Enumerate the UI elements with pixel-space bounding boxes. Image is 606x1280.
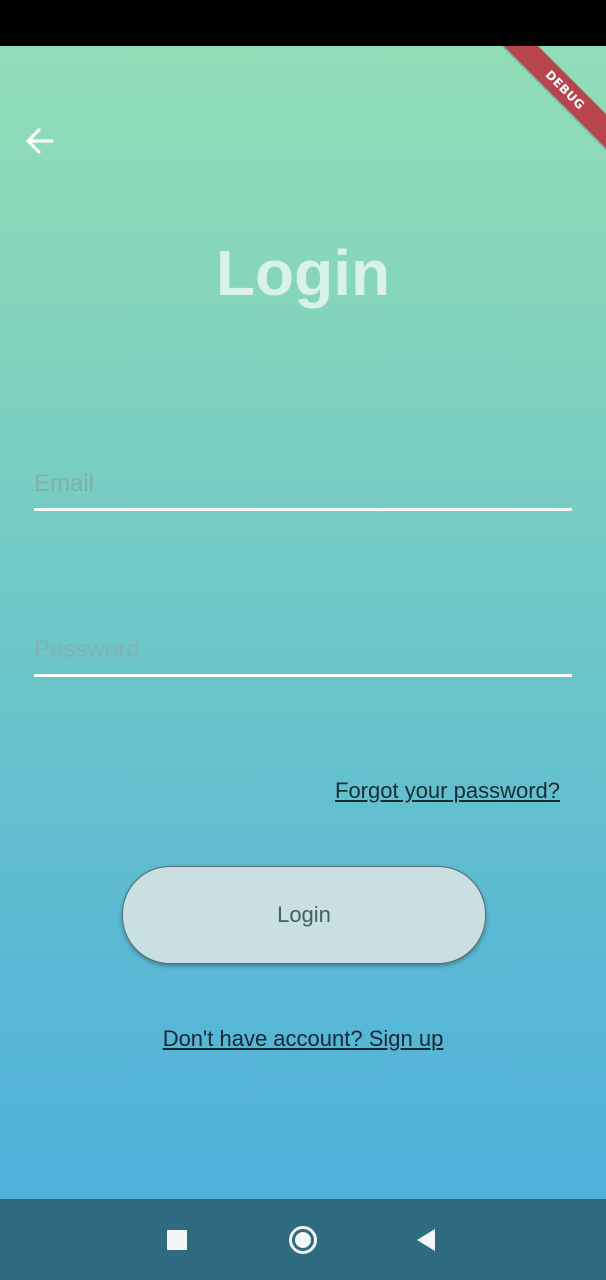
system-back-button[interactable] xyxy=(396,1199,456,1280)
email-field-container xyxy=(34,470,572,511)
password-field[interactable] xyxy=(34,636,572,674)
signup-link[interactable]: Don't have account? Sign up xyxy=(0,1026,606,1052)
back-button[interactable] xyxy=(22,124,60,158)
debug-banner: DEBUG xyxy=(496,46,606,159)
circle-icon xyxy=(289,1225,317,1254)
password-underline xyxy=(34,674,572,677)
forgot-password-link[interactable]: Forgot your password? xyxy=(335,778,560,804)
arrow-left-icon xyxy=(26,128,54,154)
system-nav-bar xyxy=(0,1199,606,1280)
square-icon xyxy=(167,1229,187,1250)
password-field-container xyxy=(34,636,572,677)
status-bar xyxy=(0,0,606,46)
email-field[interactable] xyxy=(34,470,572,508)
login-button[interactable]: Login xyxy=(122,866,486,964)
page-title: Login xyxy=(215,237,391,309)
email-underline xyxy=(34,508,572,511)
recent-apps-button[interactable] xyxy=(147,1199,207,1280)
login-screen: DEBUG Login Forgot your password? Login … xyxy=(0,46,606,1199)
home-button[interactable] xyxy=(273,1199,333,1280)
triangle-back-icon xyxy=(417,1228,435,1251)
